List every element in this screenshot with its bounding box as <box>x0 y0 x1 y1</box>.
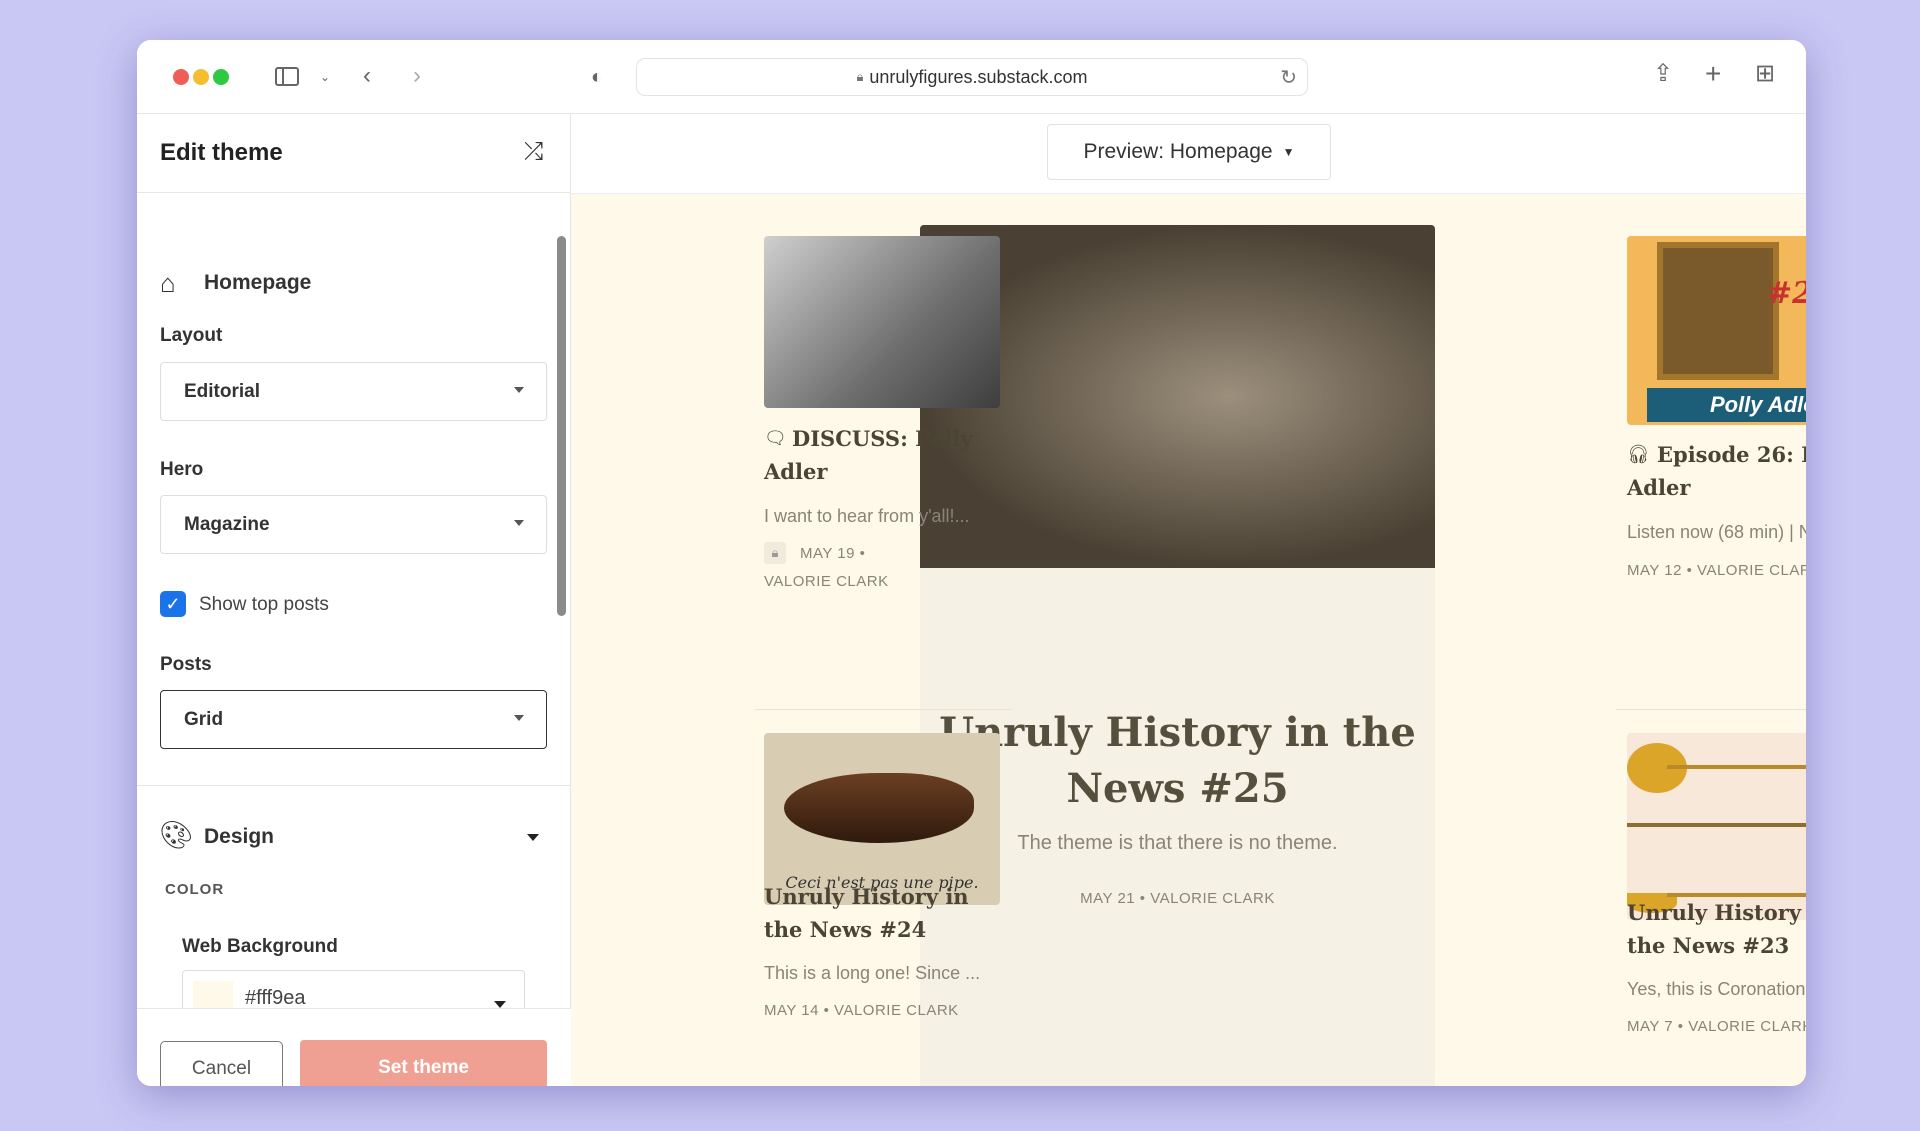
post-meta: MAY 7 • VALORIE CLARK <box>1627 1018 1806 1035</box>
share-icon[interactable]: ⇪ <box>1653 62 1673 86</box>
show-top-posts-label: Show top posts <box>199 594 329 615</box>
forward-icon[interactable]: › <box>413 64 421 88</box>
post-excerpt: This is a long one! Since ... <box>764 963 981 983</box>
posts-label: Posts <box>160 654 212 675</box>
post-date: MAY 19 • <box>800 545 866 562</box>
portrait-frame <box>1657 242 1779 380</box>
back-icon[interactable]: ‹ <box>363 64 371 88</box>
episode-badge: #26 <box>1767 276 1806 311</box>
color-value: #fff9ea <box>245 987 306 1009</box>
tab-overview-icon[interactable]: ⊞ <box>1755 62 1775 86</box>
new-tab-icon[interactable]: + <box>1705 60 1721 88</box>
preview-header: Preview: Homepage ▼ <box>571 114 1806 194</box>
show-top-posts-checkbox[interactable]: ✓ <box>160 591 186 617</box>
post-excerpt: I want to hear from y'all!... <box>764 506 970 526</box>
hero-select[interactable]: Magazine <box>160 495 547 554</box>
post-title[interactable]: DISCUSS: Polly Adler <box>764 422 1004 488</box>
lock-icon: 🔒︎ <box>856 69 864 84</box>
post-author: VALORIE CLARK <box>764 573 889 590</box>
edit-theme-sidebar: Edit theme ⤮ ⌂ Homepage Layout Editorial… <box>137 114 571 1086</box>
reload-icon[interactable]: ↻ <box>1280 65 1297 90</box>
address-bar[interactable]: 🔒︎ unrulyfigures.substack.com ↻ <box>636 58 1308 96</box>
cancel-button[interactable]: Cancel <box>160 1041 283 1086</box>
sidebar-title: Edit theme <box>160 139 283 166</box>
caret-down-icon <box>494 1001 506 1008</box>
post-image[interactable]: #26 Polly Adler <box>1627 236 1806 425</box>
posts-value: Grid <box>184 708 224 730</box>
shield-icon[interactable]: ◐ <box>591 65 603 89</box>
caret-down-icon <box>514 387 524 393</box>
set-theme-button[interactable]: Set theme <box>300 1040 547 1086</box>
image-banner-text: Polly Adler <box>1647 388 1806 422</box>
design-heading[interactable]: Design <box>204 825 274 849</box>
shuffle-icon[interactable]: ⤮ <box>524 138 543 166</box>
theme-preview: Preview: Homepage ▼ Unruly History in the… <box>571 114 1806 1086</box>
divider <box>755 709 1012 710</box>
close-window-button[interactable] <box>173 69 189 85</box>
post-title[interactable]: Unruly History in the News #23 <box>1627 896 1806 962</box>
post-image[interactable] <box>1627 733 1806 920</box>
post-title[interactable]: Unruly History in the News #24 <box>764 880 1014 946</box>
post-meta: MAY 12 • VALORIE CLARK <box>1627 562 1806 579</box>
sidebar-toggle-icon[interactable] <box>275 67 299 86</box>
caret-down-icon[interactable] <box>527 834 539 841</box>
pipe-illustration <box>784 773 974 843</box>
sidebar-header: Edit theme ⤮ <box>137 114 570 193</box>
layout-label: Layout <box>160 325 223 346</box>
hero-value: Magazine <box>184 513 270 535</box>
color-section-label: COLOR <box>165 881 225 898</box>
divider <box>137 785 571 786</box>
web-background-label: Web Background <box>182 936 338 957</box>
browser-toolbar: ⌄ ‹ › ◐ 🔒︎ unrulyfigures.substack.com ↻ … <box>137 40 1806 114</box>
divider <box>1616 709 1806 710</box>
posts-select[interactable]: Grid <box>160 690 547 749</box>
post-excerpt: Yes, this is Coronation-... <box>1627 979 1806 999</box>
preview-page-select[interactable]: Preview: Homepage ▼ <box>1047 124 1331 180</box>
caret-down-icon <box>514 520 524 526</box>
caret-down-icon <box>514 715 524 721</box>
lock-icon: 🔒︎ <box>764 542 786 564</box>
maximize-window-button[interactable] <box>213 69 229 85</box>
browser-window: ⌄ ‹ › ◐ 🔒︎ unrulyfigures.substack.com ↻ … <box>137 40 1806 1086</box>
preview-label: Preview: Homepage <box>1083 140 1273 163</box>
minimize-window-button[interactable] <box>193 69 209 85</box>
url-text: unrulyfigures.substack.com <box>869 66 1088 87</box>
caret-down-icon: ▼ <box>1282 145 1295 159</box>
post-title[interactable]: Episode 26: Polly Adler <box>1627 438 1806 504</box>
hero-label: Hero <box>160 459 204 480</box>
layout-value: Editorial <box>184 380 261 402</box>
post-image[interactable] <box>764 236 1000 408</box>
post-excerpt: Listen now (68 min) | New... <box>1627 522 1806 542</box>
homepage-heading: Homepage <box>204 271 312 294</box>
home-icon: ⌂ <box>160 268 176 298</box>
post-meta: MAY 14 • VALORIE CLARK <box>764 1002 959 1019</box>
palette-icon: 🎨︎ <box>159 820 194 850</box>
chevron-down-icon[interactable]: ⌄ <box>320 65 330 89</box>
sidebar-scrollbar[interactable] <box>557 236 566 616</box>
layout-select[interactable]: Editorial <box>160 362 547 421</box>
